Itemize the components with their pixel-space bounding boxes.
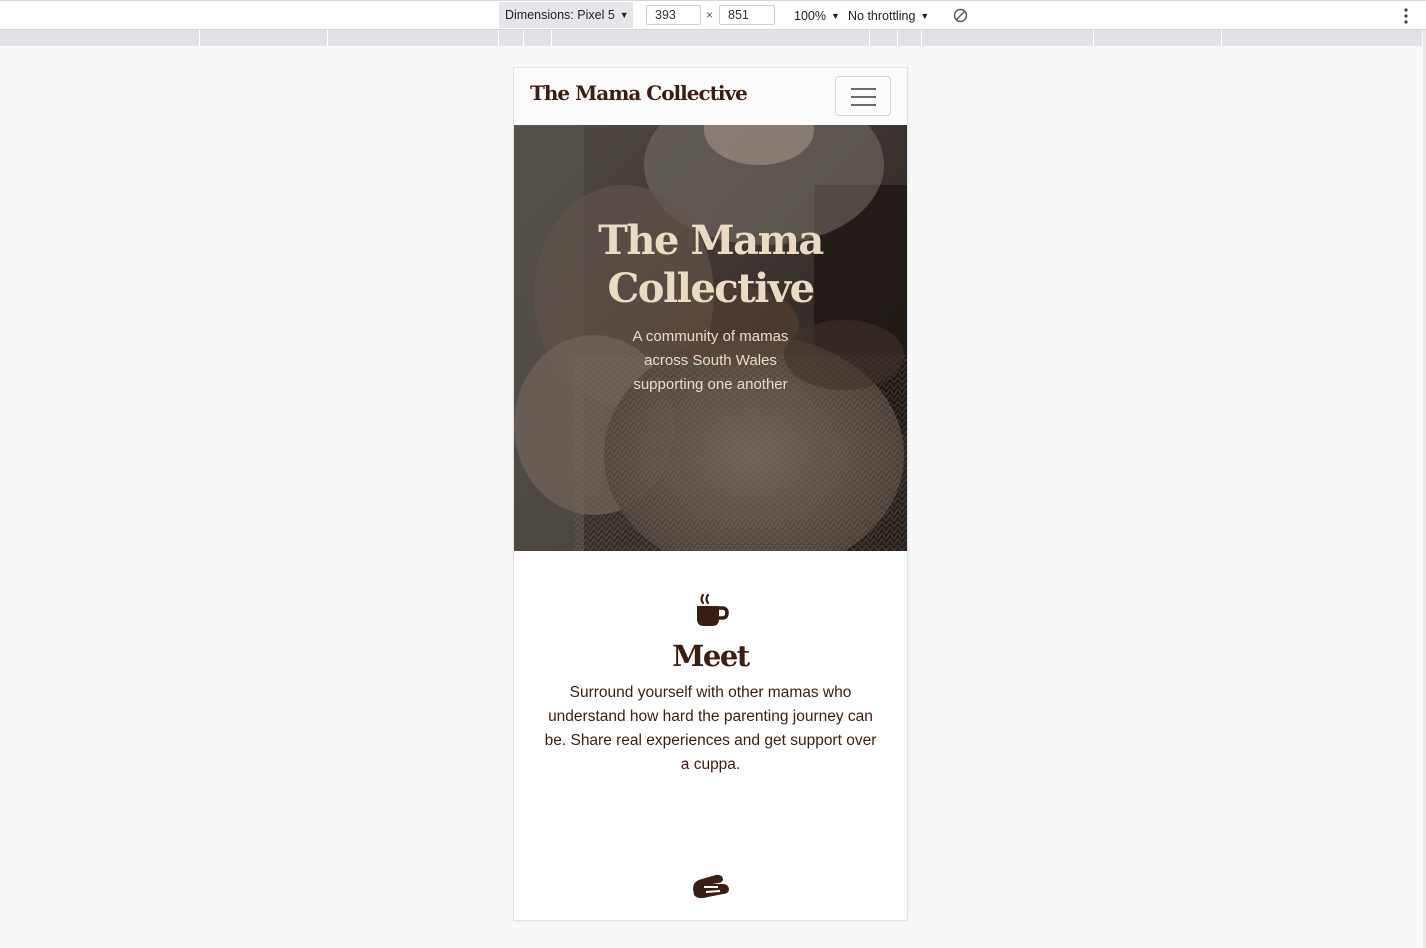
viewport-width-input[interactable] (646, 5, 701, 25)
hero-subtitle: A community of mamas across South Wales … (632, 328, 789, 393)
feature-title: Meet (672, 639, 750, 673)
feature-next (514, 867, 907, 903)
devtools-device-toolbar: Dimensions: Pixel 5 ▼ × 100% ▼ No thrott… (0, 0, 1426, 30)
dimension-separator: × (706, 8, 714, 22)
handshake-icon (692, 874, 729, 899)
feature-meet: Meet Surround yourself with other mamas … (514, 593, 907, 777)
throttling-select[interactable]: No throttling ▼ (848, 9, 929, 23)
device-viewport: The Mama Collective The Mama Collective … (514, 68, 907, 920)
viewport-height-input[interactable] (719, 5, 775, 25)
caret-down-icon: ▼ (619, 10, 629, 20)
hero-section: The Mama Collective A community of mamas… (514, 125, 907, 551)
brand-logo-link[interactable]: The Mama Collective (530, 81, 748, 105)
hero-title: The Mama Collective (598, 217, 824, 312)
feature-description: Surround yourself with other mamas who u… (544, 684, 877, 773)
caret-down-icon: ▼ (920, 11, 930, 21)
menu-toggle-button[interactable] (835, 76, 891, 116)
throttling-select-label: No throttling (848, 9, 916, 23)
more-vertical-icon[interactable] (1400, 6, 1412, 26)
media-query-ruler[interactable] (0, 30, 1422, 46)
hero-text: The Mama Collective A community of mamas… (514, 217, 907, 397)
zoom-select[interactable]: 100% ▼ (794, 9, 840, 23)
coffee-mug-icon (696, 593, 729, 626)
device-select[interactable]: Dimensions: Pixel 5 ▼ (499, 2, 633, 28)
caret-down-icon: ▼ (830, 11, 840, 21)
zoom-select-label: 100% (794, 9, 826, 23)
site-navbar: The Mama Collective (514, 68, 907, 125)
rotate-icon[interactable] (953, 8, 968, 23)
device-select-label: Dimensions: Pixel 5 (505, 8, 615, 22)
